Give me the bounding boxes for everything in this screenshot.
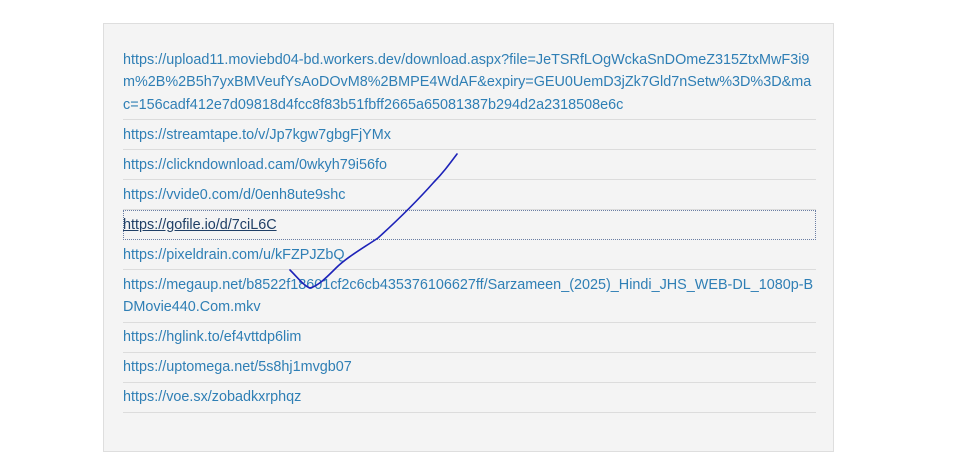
download-link-hglink[interactable]: https://hglink.to/ef4vttdp6lim [123, 323, 816, 353]
link-text: https://pixeldrain.com/u/kFZPJZbQ [123, 246, 345, 263]
download-link-streamtape[interactable]: https://streamtape.to/v/Jp7kgw7gbgFjYMx [123, 120, 816, 151]
link-text: https://vvide0.com/d/0enh8ute9shc [123, 186, 346, 203]
download-link-clickndownload[interactable]: https://clickndownload.cam/0wkyh79i56fo [123, 150, 816, 181]
link-text: https://uptomega.net/5s8hj1mvgb07 [123, 358, 352, 375]
download-link-vvide0[interactable]: https://vvide0.com/d/0enh8ute9shc [123, 180, 816, 211]
download-link-upload11[interactable]: https://upload11.moviebd04-bd.workers.de… [123, 49, 816, 121]
download-link-list: https://upload11.moviebd04-bd.workers.de… [123, 49, 816, 413]
download-links-panel: https://upload11.moviebd04-bd.workers.de… [103, 23, 834, 452]
download-link-pixeldrain[interactable]: https://pixeldrain.com/u/kFZPJZbQ [123, 240, 816, 271]
download-link-voe[interactable]: https://voe.sx/zobadkxrphqz [123, 383, 816, 413]
download-link-megaup[interactable]: https://megaup.net/b8522f18601cf2c6cb435… [123, 270, 816, 323]
link-text: https://gofile.io/d/7ciL6C [123, 216, 277, 233]
link-text: https://hglink.to/ef4vttdp6lim [123, 328, 302, 345]
link-text: https://clickndownload.cam/0wkyh79i56fo [123, 156, 387, 173]
download-link-gofile[interactable]: https://gofile.io/d/7ciL6C [123, 210, 816, 241]
link-text: https://upload11.moviebd04-bd.workers.de… [123, 52, 812, 113]
link-text: https://megaup.net/b8522f18601cf2c6cb435… [123, 276, 814, 315]
download-link-uptomega[interactable]: https://uptomega.net/5s8hj1mvgb07 [123, 353, 816, 383]
link-text: https://voe.sx/zobadkxrphqz [123, 388, 302, 405]
link-text: https://streamtape.to/v/Jp7kgw7gbgFjYMx [123, 126, 391, 143]
